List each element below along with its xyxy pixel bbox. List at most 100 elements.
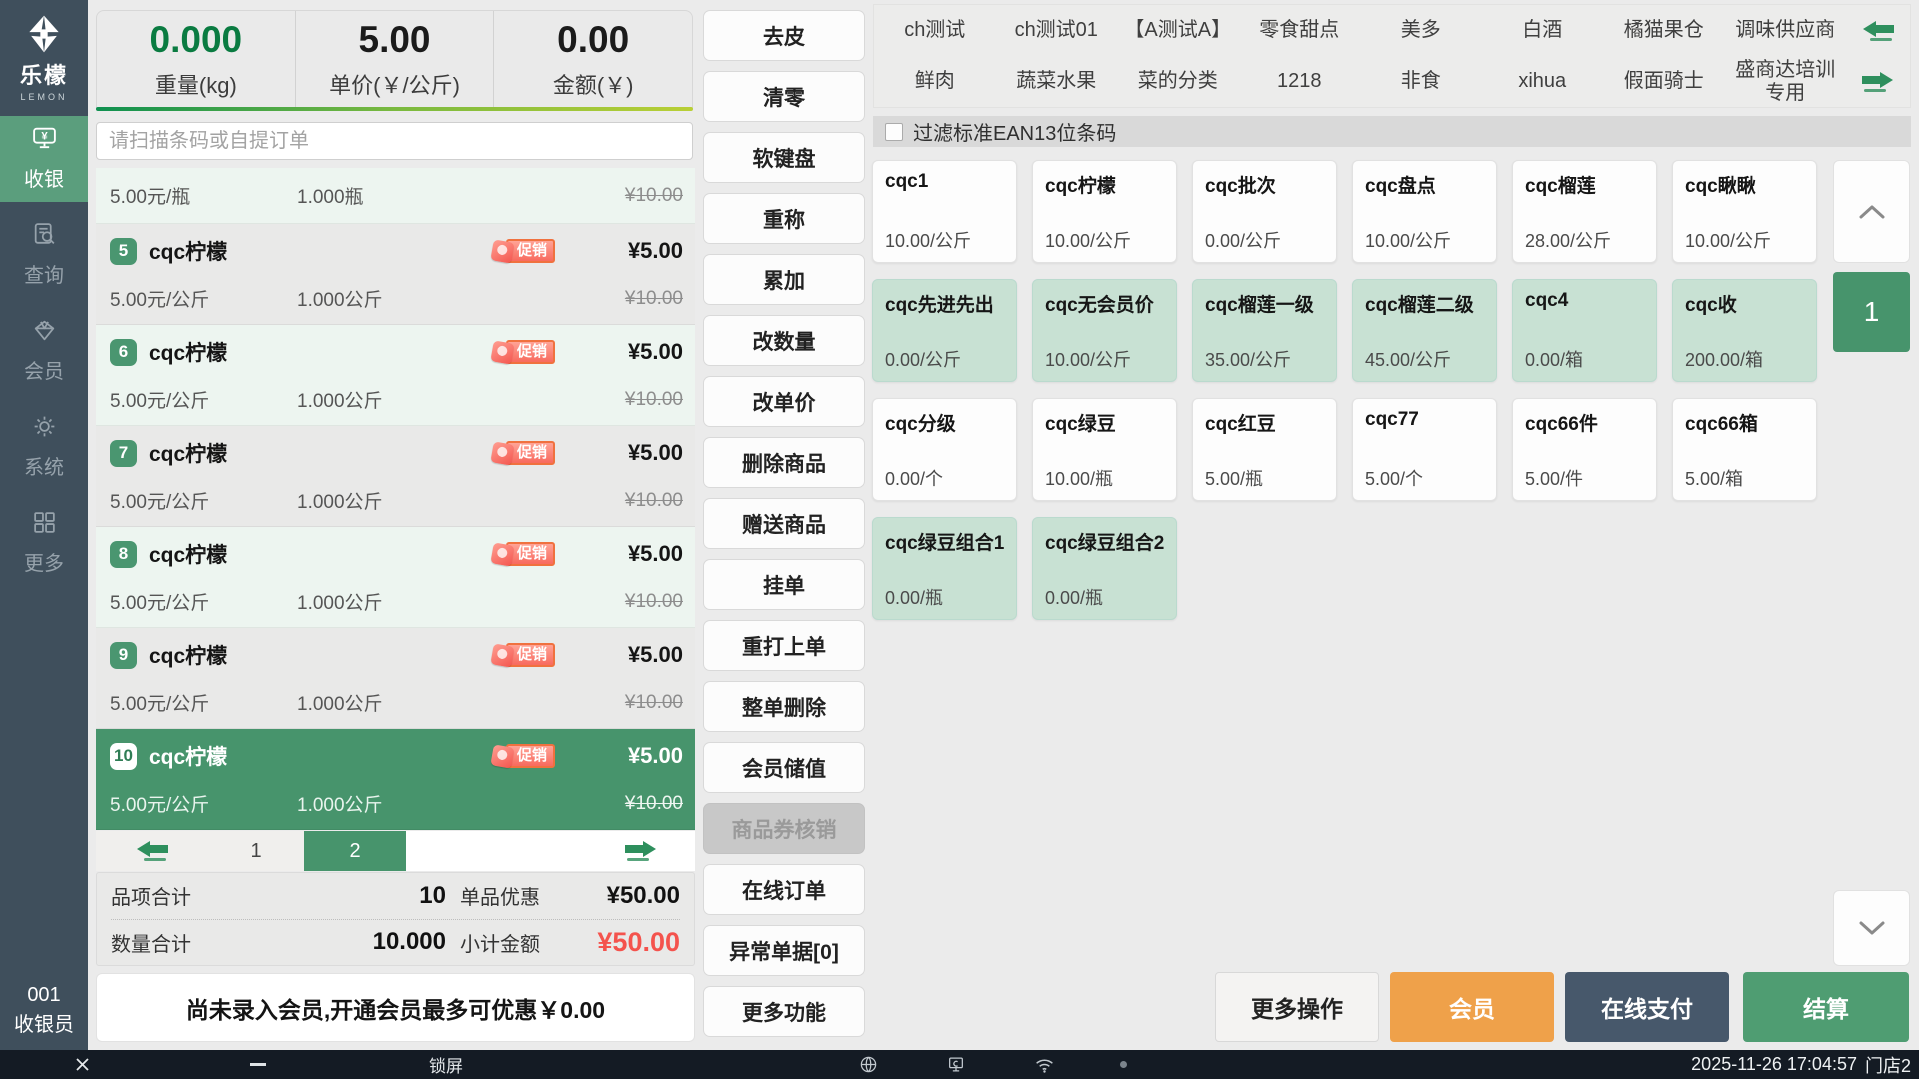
category-tab[interactable]: 橘猫果仓 (1603, 19, 1725, 41)
cart-page-2[interactable]: 2 (304, 831, 406, 871)
product-card[interactable]: cqc榴莲一级 35.00/公斤 (1192, 279, 1337, 382)
action-button-7[interactable]: 删除商品 (703, 437, 865, 488)
cart-item-line1: 7 cqc柠檬 促销 ¥5.00 (110, 438, 683, 468)
product-card[interactable]: cqc榴莲二级 45.00/公斤 (1352, 279, 1497, 382)
promo-tag-icon (490, 642, 515, 668)
promo-badge: 促销 (490, 642, 555, 668)
network-globe-button[interactable] (848, 1050, 888, 1079)
product-card[interactable]: cqc绿豆 10.00/瓶 (1032, 398, 1177, 501)
svg-text:¥: ¥ (41, 131, 48, 143)
product-card[interactable]: cqc66箱 5.00/箱 (1672, 398, 1817, 501)
category-tab[interactable]: 非食 (1360, 70, 1482, 92)
product-card[interactable]: cqc收 200.00/箱 (1672, 279, 1817, 382)
category-tab[interactable]: 鲜肉 (874, 70, 996, 92)
product-price: 10.00/公斤 (1365, 231, 1452, 251)
action-button-12[interactable]: 会员储值 (703, 742, 865, 793)
product-card[interactable]: cqc1 10.00/公斤 (872, 160, 1017, 263)
category-tab[interactable]: ch测试 (874, 19, 996, 41)
cart-item-row[interactable]: 8 cqc柠檬 促销 ¥5.00 5.00元/公斤 1.000公斤 ¥10.00 (96, 527, 695, 628)
client-display-button[interactable] (936, 1050, 976, 1079)
product-card[interactable]: cqc分级 0.00/个 (872, 398, 1017, 501)
action-button-13[interactable]: 商品券核销 (703, 803, 865, 854)
product-card[interactable]: cqc红豆 5.00/瓶 (1192, 398, 1337, 501)
product-card[interactable]: cqc77 5.00/个 (1352, 398, 1497, 501)
action-button-9[interactable]: 挂单 (703, 559, 865, 610)
product-name: cqc先进先出 (885, 295, 994, 316)
checkout-button-orange[interactable]: 会员 (1390, 972, 1554, 1042)
cart-item-row[interactable]: 5 cqc柠檬 促销 ¥5.00 5.00元/公斤 1.000公斤 ¥10.00 (96, 224, 695, 325)
barcode-scan-input[interactable] (96, 122, 693, 160)
lock-screen-button[interactable]: 锁屏 (406, 1050, 486, 1079)
category-tab[interactable]: 盛商达培训专用 (1725, 59, 1847, 104)
close-button[interactable] (62, 1050, 102, 1079)
items-total-value: 10 (419, 881, 446, 909)
sidebar-item-more[interactable]: 更多 (0, 500, 88, 586)
action-button-5[interactable]: 改数量 (703, 315, 865, 366)
product-name: cqc1 (885, 171, 929, 192)
cart-next-page-arrow[interactable] (406, 831, 695, 871)
cart-item-row[interactable]: 7 cqc柠檬 促销 ¥5.00 5.00元/公斤 1.000公斤 ¥10.00 (96, 426, 695, 527)
products-page-down-button[interactable] (1833, 890, 1910, 966)
action-button-8[interactable]: 赠送商品 (703, 498, 865, 549)
amount-label: 金额(￥) (552, 73, 634, 98)
wifi-button[interactable] (1024, 1050, 1064, 1079)
sidebar-item-member[interactable]: 会员 (0, 308, 88, 394)
item-unit-price: 5.00元/公斤 (110, 694, 210, 715)
sidebar-item-query[interactable]: 查询 (0, 212, 88, 298)
category-tab[interactable]: 菜的分类 (1117, 70, 1239, 92)
action-button-15[interactable]: 异常单据[0] (703, 925, 865, 976)
minimize-button[interactable] (238, 1050, 278, 1079)
product-card[interactable]: cqc66件 5.00/件 (1512, 398, 1657, 501)
action-button-4[interactable]: 累加 (703, 254, 865, 305)
product-card[interactable]: cqc先进先出 0.00/公斤 (872, 279, 1017, 382)
promo-tag-icon (490, 238, 515, 264)
category-tab[interactable]: 【A测试A】 (1117, 19, 1239, 41)
product-card[interactable]: cqc柠檬 10.00/公斤 (1032, 160, 1177, 263)
category-tab[interactable]: xihua (1482, 70, 1604, 92)
category-tab[interactable]: 假面骑士 (1603, 70, 1725, 92)
categories-next-arrow[interactable] (1846, 71, 1910, 92)
member-notice[interactable]: 尚未录入会员,开通会员最多可优惠￥0.00 (96, 973, 695, 1042)
sidebar-item-cashier[interactable]: ¥ 收银 (0, 116, 88, 202)
category-tab[interactable]: 美多 (1360, 19, 1482, 41)
category-tab[interactable]: 1218 (1239, 70, 1361, 92)
product-card[interactable]: cqc盘点 10.00/公斤 (1352, 160, 1497, 263)
cart-item-row[interactable]: 6 cqc柠檬 促销 ¥5.00 5.00元/公斤 1.000公斤 ¥10.00 (96, 325, 695, 426)
product-card[interactable]: cqc瞅瞅 10.00/公斤 (1672, 160, 1817, 263)
action-button-1[interactable]: 清零 (703, 71, 865, 122)
action-button-3[interactable]: 重称 (703, 193, 865, 244)
products-page-up-button[interactable] (1833, 160, 1910, 263)
cart-page-1[interactable]: 1 (208, 831, 304, 871)
action-button-14[interactable]: 在线订单 (703, 864, 865, 915)
product-name: cqc榴莲 (1525, 176, 1596, 197)
category-tab[interactable]: 白酒 (1482, 19, 1604, 41)
action-button-6[interactable]: 改单价 (703, 376, 865, 427)
action-button-16[interactable]: 更多功能 (703, 986, 865, 1037)
product-card[interactable]: cqc绿豆组合2 0.00/瓶 (1032, 517, 1177, 620)
cart-prev-page-arrow[interactable] (96, 831, 208, 871)
product-card[interactable]: cqc榴莲 28.00/公斤 (1512, 160, 1657, 263)
product-name: cqc收 (1685, 295, 1737, 316)
cart-item-row[interactable]: 9 cqc柠檬 促销 ¥5.00 5.00元/公斤 1.000公斤 ¥10.00 (96, 628, 695, 729)
checkout-button-dark[interactable]: 在线支付 (1565, 972, 1729, 1042)
category-tab[interactable]: 零食甜点 (1239, 19, 1361, 41)
ean13-filter-checkbox[interactable] (885, 122, 903, 141)
action-button-0[interactable]: 去皮 (703, 10, 865, 61)
product-card[interactable]: cqc绿豆组合1 0.00/瓶 (872, 517, 1017, 620)
checkout-button-plain[interactable]: 更多操作 (1215, 972, 1379, 1042)
action-button-11[interactable]: 整单删除 (703, 681, 865, 732)
product-card[interactable]: cqc无会员价 10.00/公斤 (1032, 279, 1177, 382)
categories-prev-arrow[interactable] (1846, 20, 1910, 41)
category-tab[interactable]: 调味供应商 (1725, 19, 1847, 41)
action-button-2[interactable]: 软键盘 (703, 132, 865, 183)
cart-row-carryover[interactable]: 5.00元/瓶 1.000瓶 ¥10.00 (96, 168, 695, 224)
category-tab[interactable]: 蔬菜水果 (996, 70, 1118, 92)
checkout-button-green[interactable]: 结算 (1743, 972, 1909, 1042)
action-button-10[interactable]: 重打上单 (703, 620, 865, 671)
sidebar-item-label: 查询 (24, 265, 64, 287)
product-card[interactable]: cqc批次 0.00/公斤 (1192, 160, 1337, 263)
product-card[interactable]: cqc4 0.00/箱 (1512, 279, 1657, 382)
sidebar-item-system[interactable]: 系统 (0, 404, 88, 490)
cart-item-row-selected[interactable]: 10 cqc柠檬 促销 ¥5.00 5.00元/公斤 1.000公斤 ¥10.00 (96, 729, 695, 830)
category-tab[interactable]: ch测试01 (996, 19, 1118, 41)
